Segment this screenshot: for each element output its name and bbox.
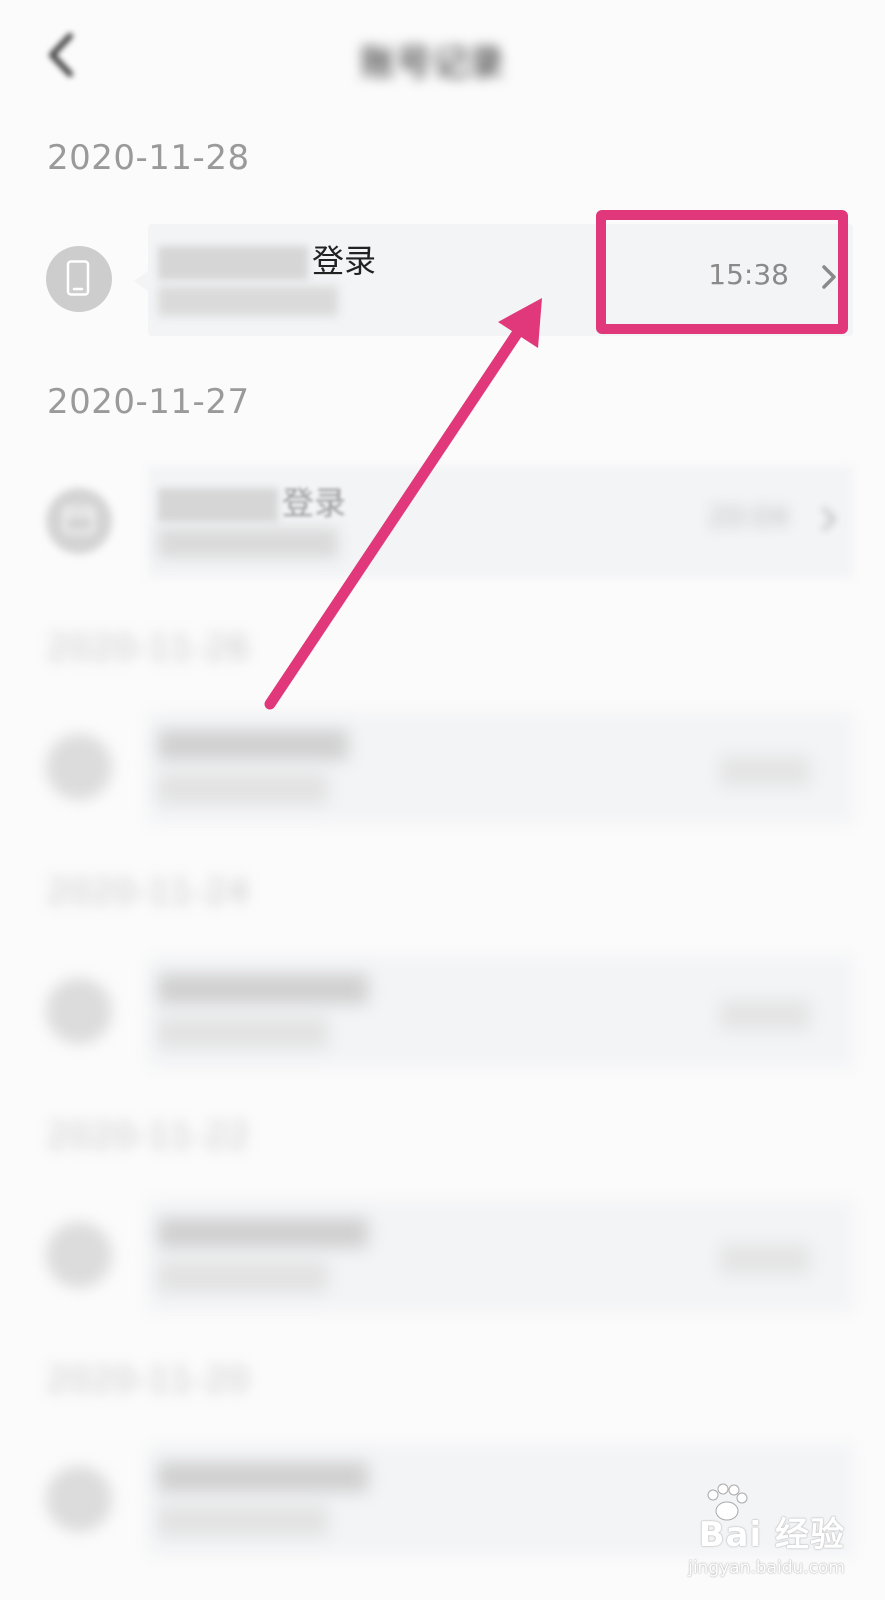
record-title: 登录 — [158, 236, 376, 282]
device-avatar — [46, 1222, 112, 1288]
masked-record-detail — [158, 1506, 328, 1536]
device-avatar — [46, 1466, 112, 1532]
masked-record-time — [720, 756, 810, 786]
chevron-right-icon — [822, 507, 836, 531]
date-header: 2020-11-20 — [47, 1360, 250, 1400]
record-action: 登录 — [312, 242, 377, 280]
masked-record-title — [158, 730, 348, 760]
date-header: 2020-11-27 — [47, 382, 250, 422]
masked-account-name — [158, 246, 308, 280]
masked-record-time — [720, 1244, 810, 1274]
masked-record-title — [158, 1218, 368, 1248]
masked-record-detail — [158, 528, 338, 558]
device-avatar — [46, 246, 112, 312]
page-title: 账号记录 — [360, 43, 505, 84]
chevron-left-icon — [49, 33, 73, 77]
masked-record-detail — [158, 1018, 328, 1048]
watermark-logo: Bai 经验 — [688, 1483, 845, 1556]
masked-record-title — [158, 1462, 368, 1492]
masked-record-detail — [158, 286, 338, 316]
login-record-item[interactable] — [0, 712, 885, 824]
date-header: 2020-11-22 — [47, 1116, 250, 1156]
login-record-item[interactable] — [0, 956, 885, 1068]
masked-record-time — [720, 1000, 810, 1030]
record-time: 20:04 — [708, 500, 789, 533]
record-action: 登录 — [282, 484, 347, 522]
date-header: 2020-11-28 — [47, 138, 250, 178]
watermark-url: jingyan.baidu.com — [688, 1558, 845, 1578]
watermark: Bai 经验 jingyan.baidu.com — [688, 1483, 845, 1578]
date-header: 2020-11-24 — [47, 872, 250, 912]
masked-record-detail — [158, 774, 328, 804]
login-record-item[interactable] — [0, 1200, 885, 1312]
annotation-highlight-box — [596, 210, 848, 334]
record-title: 登录 — [158, 478, 346, 524]
browser-icon — [63, 506, 95, 534]
device-avatar — [46, 734, 112, 800]
masked-record-title — [158, 974, 368, 1004]
paw-icon — [707, 1483, 748, 1521]
device-avatar — [46, 978, 112, 1044]
card-pointer — [134, 271, 148, 291]
device-avatar — [46, 488, 112, 554]
masked-record-detail — [158, 1262, 328, 1292]
login-record-item[interactable]: 登录 20:04 — [0, 466, 885, 578]
back-button[interactable] — [40, 30, 80, 80]
masked-account-name — [158, 488, 278, 522]
date-header: 2020-11-26 — [47, 628, 250, 668]
phone-icon — [66, 260, 90, 296]
